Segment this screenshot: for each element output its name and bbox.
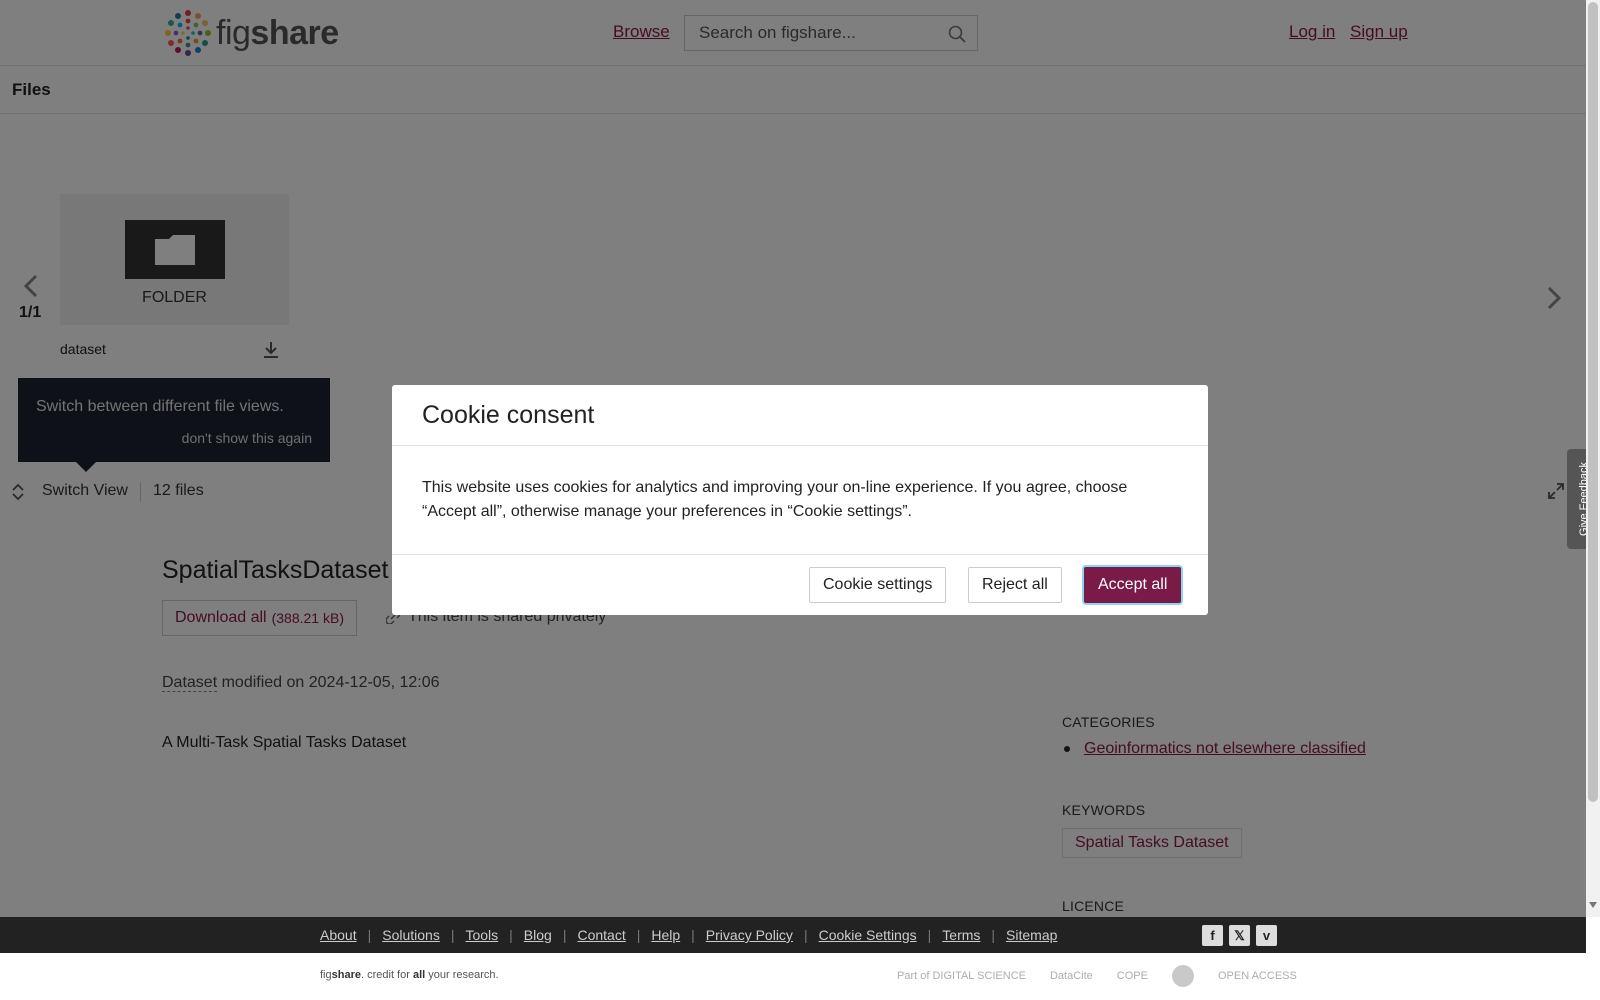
credit-line: figshare. credit for all your research. [320,969,499,981]
give-feedback-label: Give Feedback [1577,462,1586,536]
separator: | [691,927,695,943]
digital-science-logo[interactable]: Part of DIGITAL SCIENCE [897,970,1026,982]
dialog-body: This website uses cookies for analytics … [422,479,1128,520]
dialog-title: Cookie consent [422,401,595,429]
separator: | [803,927,808,943]
social-links: f 𝕏 v [1202,925,1277,946]
footer-link-solutions[interactable]: Solutions [382,927,440,943]
site-footer: About | Solutions | Tools | Blog | Contact | … [0,917,1586,953]
separator: | [509,927,513,943]
credit-mid: . credit for [360,969,413,981]
separator: | [636,927,641,943]
scrollbar-thumb[interactable] [1588,2,1598,802]
footer-link-tools[interactable]: Tools [465,927,498,943]
separator: | [367,927,372,943]
open-access-logo[interactable]: OPEN ACCESS [1218,970,1297,982]
footer-link-contact[interactable]: Contact [577,927,625,943]
divider [392,445,1208,446]
accept-all-button[interactable]: Accept all [1084,567,1182,603]
partner-seal-icon[interactable] [1171,965,1194,987]
footer-link-cookie-settings[interactable]: Cookie Settings [819,927,917,943]
footer-link-blog[interactable]: Blog [524,927,552,943]
credit-bold: all [412,969,426,981]
separator: | [927,927,932,943]
separator: | [450,927,455,943]
separator: | [991,927,996,943]
sub-footer: figshare. credit for all your research. … [0,953,1586,1000]
give-feedback-tab[interactable]: Give Feedback [1567,449,1586,549]
divider [392,554,1208,555]
reject-all-button[interactable]: Reject all [968,567,1062,603]
credit-brand-light: fig [320,969,332,981]
page-scrollbar[interactable] [1586,0,1600,917]
cope-logo[interactable]: COPE [1117,970,1148,982]
facebook-icon[interactable]: f [1202,925,1223,946]
cookie-settings-button[interactable]: Cookie settings [809,567,947,603]
cookie-consent-dialog: Cookie consent This website uses cookies… [392,385,1208,615]
scroll-down-arrow-icon[interactable] [1589,902,1597,908]
credit-brand-bold: share [331,969,361,981]
datacite-logo[interactable]: DataCite [1050,970,1093,982]
vimeo-icon[interactable]: v [1256,925,1277,946]
footer-link-privacy[interactable]: Privacy Policy [706,927,793,943]
footer-link-terms[interactable]: Terms [942,927,980,943]
partner-logos: Part of DIGITAL SCIENCE DataCite COPE OP… [897,965,1297,987]
x-icon[interactable]: 𝕏 [1229,925,1250,946]
footer-links: About | Solutions | Tools | Blog | Contact | … [320,917,1057,953]
separator: | [562,927,567,943]
page: figshare Browse Log in Sign up Files 1/1 [0,0,1586,1000]
credit-end: your research. [425,969,499,981]
footer-link-help[interactable]: Help [651,927,680,943]
footer-link-sitemap[interactable]: Sitemap [1006,927,1057,943]
footer-link-about[interactable]: About [320,927,357,943]
